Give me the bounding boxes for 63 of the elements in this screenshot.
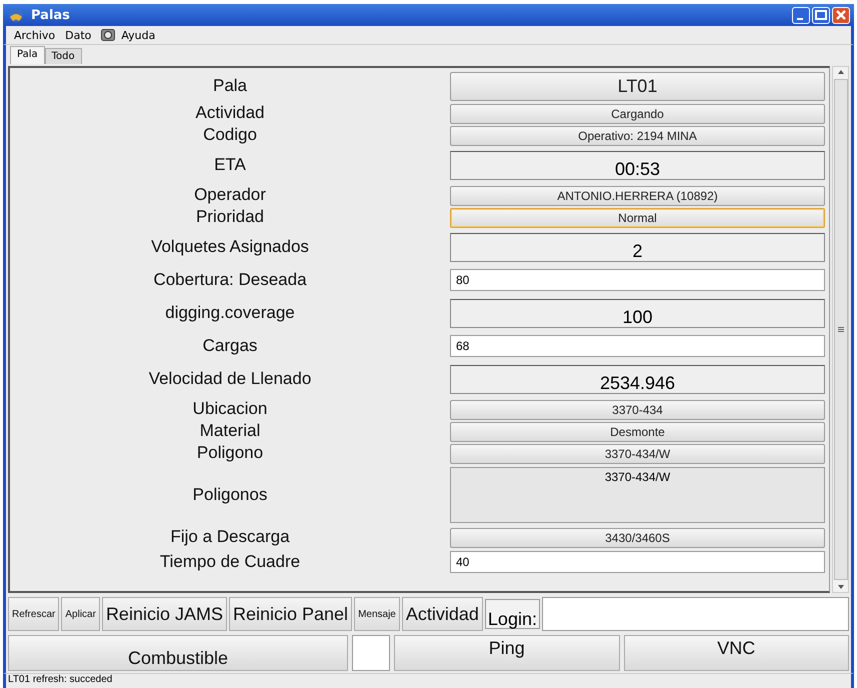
menu-item[interactable]: Ayuda [121, 28, 156, 42]
login-field[interactable] [542, 597, 849, 631]
minimize-button[interactable] [792, 6, 810, 24]
value-button[interactable]: Normal [450, 208, 825, 228]
field-label: Actividad [194, 103, 266, 123]
toolbar-button[interactable]: Aplicar [61, 597, 100, 631]
tab[interactable]: Pala [10, 46, 45, 64]
minimize-icon [796, 18, 802, 20]
menu-item[interactable]: Dato [65, 28, 92, 42]
value-button[interactable]: 3370-434 [450, 400, 825, 420]
input-field[interactable]: 40 [450, 551, 825, 573]
list-box[interactable]: 3370-434/W [450, 467, 825, 523]
field-label: digging.coverage [164, 303, 296, 323]
field-label: Cargas [202, 336, 258, 356]
maximize-button[interactable] [812, 6, 830, 24]
value-button[interactable]: Cargando [450, 104, 825, 124]
value-button[interactable]: Operativo: 2194 MINA [450, 126, 825, 146]
scrollbar[interactable] [832, 66, 849, 593]
field-label: Cobertura: Deseada [152, 270, 308, 290]
field-label: Prioridad [194, 207, 266, 227]
grip-icon [838, 327, 844, 332]
field-label: ETA [213, 155, 247, 175]
value-display: 00:53 [450, 150, 825, 180]
toolbar-button[interactable]: Actividad [402, 597, 483, 631]
toolbar-button[interactable]: Refrescar [8, 597, 60, 631]
field-label: Tiempo de Cuadre [158, 552, 302, 572]
field-label: Volquetes Asignados [150, 237, 310, 257]
maximize-icon [815, 10, 827, 20]
menu-item[interactable]: Archivo [14, 28, 56, 42]
value-button[interactable]: LT01 [450, 72, 825, 100]
value-button[interactable]: 3370-434/W [450, 444, 825, 464]
input-field[interactable]: 68 [450, 335, 825, 357]
input-field[interactable]: 80 [450, 269, 825, 291]
field-label: Velocidad de Llenado [148, 369, 312, 389]
field-label: Poligonos [192, 485, 268, 505]
status-bar: LT01 refresh: succeded [3, 673, 854, 688]
value-button[interactable]: ANTONIO.HERRERA (10892) [450, 186, 825, 206]
toolbar-button[interactable]: Reinicio Panel [228, 597, 352, 631]
value-display: 2534.946 [450, 364, 825, 394]
field-label: Fijo a Descarga [169, 527, 291, 547]
action-button[interactable]: Combustible [8, 635, 348, 671]
field-label: Pala [212, 76, 248, 96]
close-button[interactable] [832, 6, 850, 24]
field-label: Poligono [196, 443, 264, 463]
tab[interactable]: Todo [44, 48, 82, 64]
value-button[interactable]: 3430/3460S [450, 528, 825, 548]
login-label: Login: [484, 599, 540, 629]
window-title: Palas [31, 8, 70, 22]
close-icon [836, 10, 846, 20]
field-label: Codigo [202, 125, 258, 145]
field-label: Operador [193, 185, 267, 205]
field-label: Ubicacion [192, 399, 268, 419]
toolbar-button[interactable]: Mensaje [354, 597, 400, 631]
value-display: 100 [450, 298, 825, 328]
toolbar-button[interactable]: Reinicio JAMS [102, 597, 227, 631]
field-label: Material [198, 421, 262, 441]
camera-icon [101, 29, 116, 41]
app-icon [7, 7, 25, 23]
action-button[interactable]: VNC [624, 635, 849, 671]
action-button[interactable]: Ping [394, 635, 620, 671]
value-display: 2 [450, 232, 825, 262]
value-button[interactable]: Desmonte [450, 422, 825, 442]
indicator-box [352, 635, 390, 671]
